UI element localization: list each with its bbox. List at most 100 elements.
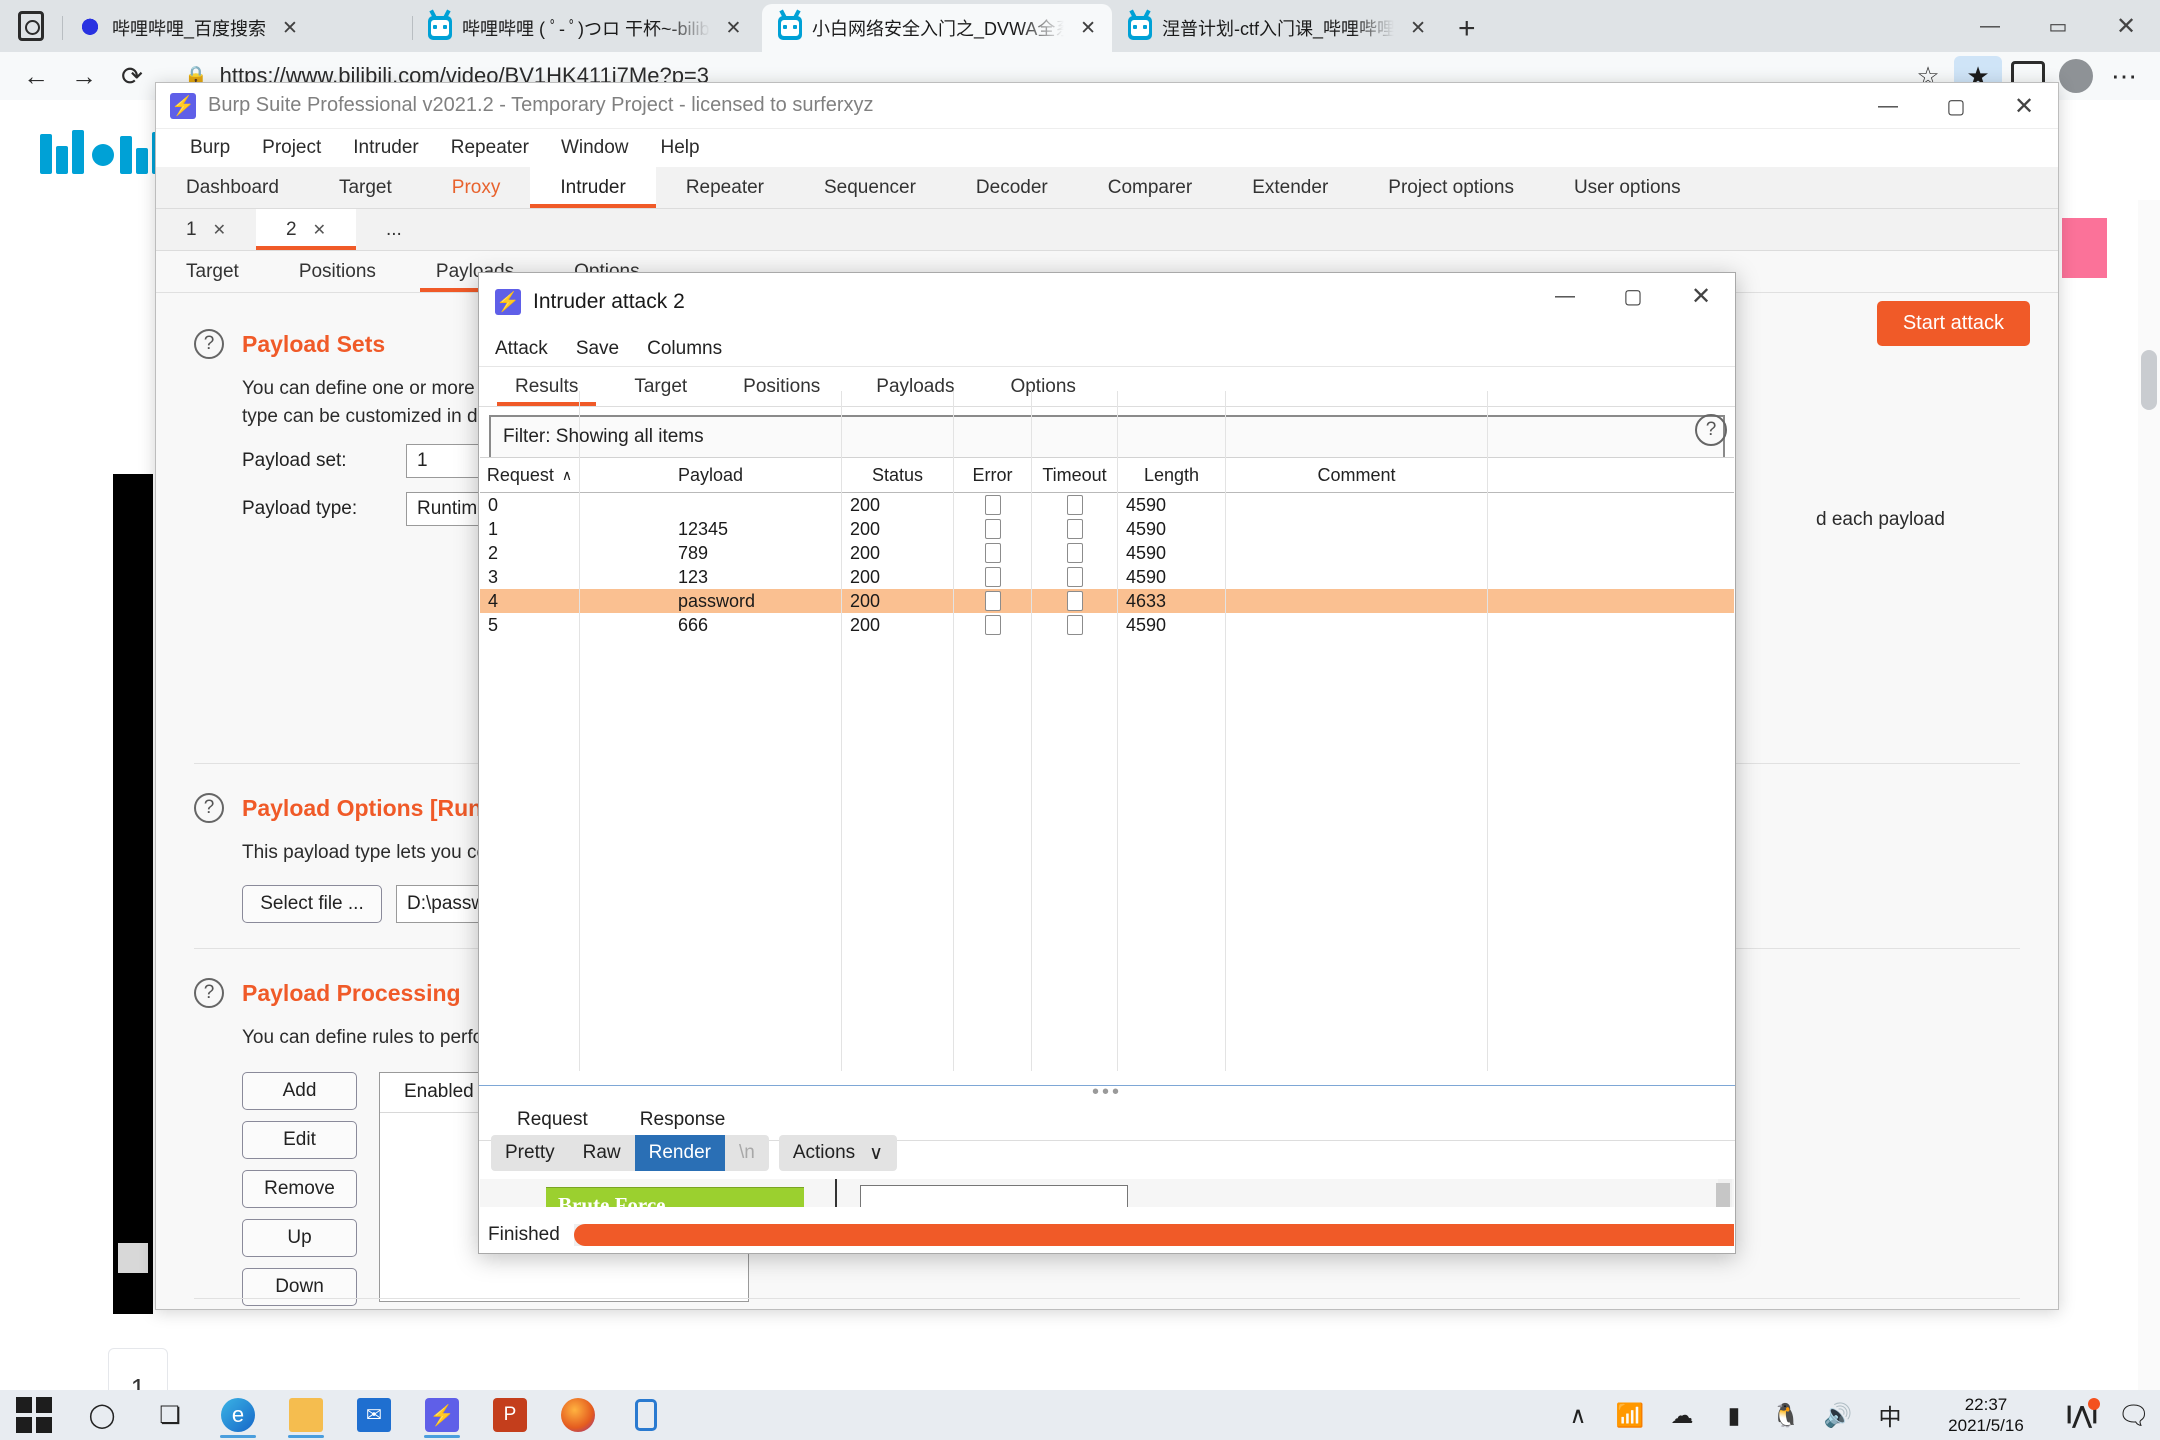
battery-icon[interactable]: ▮ (1708, 1390, 1760, 1440)
error-checkbox[interactable] (985, 567, 1001, 587)
error-checkbox[interactable] (985, 495, 1001, 515)
tab-extender[interactable]: Extender (1222, 167, 1358, 208)
column-comment[interactable]: Comment (1226, 458, 1488, 492)
attack-maximize-button[interactable]: ▢ (1599, 273, 1667, 319)
select-file-button[interactable]: Select file ... (242, 885, 382, 923)
table-row[interactable]: 0 200 4590 (480, 493, 1734, 517)
tab-intruder[interactable]: Intruder (530, 167, 655, 208)
new-tab-button[interactable]: + (1442, 12, 1492, 52)
tab-decoder[interactable]: Decoder (946, 167, 1078, 208)
sidebar-promo-block[interactable] (2062, 218, 2107, 278)
browser-close-button[interactable]: ✕ (2092, 3, 2160, 49)
error-checkbox[interactable] (985, 519, 1001, 539)
attack-tab-options[interactable]: Options (982, 367, 1103, 406)
column-timeout[interactable]: Timeout (1032, 458, 1118, 492)
error-checkbox[interactable] (985, 591, 1001, 611)
menu-repeater[interactable]: Repeater (435, 137, 545, 159)
timeout-checkbox[interactable] (1067, 567, 1083, 587)
page-scrollbar-thumb[interactable] (2141, 350, 2157, 410)
subtab-positions[interactable]: Positions (269, 251, 406, 292)
browser-tab-2[interactable]: 小白网络安全入门之_DVWA全系 ✕ (762, 4, 1112, 52)
timeout-checkbox[interactable] (1067, 495, 1083, 515)
browser-minimize-button[interactable]: — (1956, 3, 2024, 49)
newline-toggle-button[interactable]: \n (725, 1135, 769, 1171)
browser-tab-0-close[interactable]: ✕ (276, 17, 304, 40)
attack-tab-2-close[interactable]: ✕ (313, 220, 326, 240)
qq-icon[interactable]: 🐧 (1760, 1390, 1812, 1440)
username-input[interactable] (860, 1185, 1128, 1207)
profile-avatar[interactable] (2054, 54, 2098, 98)
burp-close-button[interactable]: ✕ (1990, 83, 2058, 129)
tab-project-options[interactable]: Project options (1358, 167, 1544, 208)
attack-close-button[interactable]: ✕ (1667, 273, 1735, 319)
table-row[interactable]: 3 123 200 4590 (480, 565, 1734, 589)
menu-burp[interactable]: Burp (174, 137, 246, 159)
attack-tab-2[interactable]: 2 ✕ (256, 209, 356, 250)
tab-proxy[interactable]: Proxy (422, 167, 531, 208)
mail-button[interactable]: ✉ (340, 1390, 408, 1440)
burp-suite-button[interactable]: ⚡ (408, 1390, 476, 1440)
video-player[interactable] (113, 474, 153, 1314)
subtab-target[interactable]: Target (156, 251, 269, 292)
browser-tab-0[interactable]: 哔哩哔哩_百度搜索 ✕ (62, 4, 412, 52)
burp-minimize-button[interactable]: — (1854, 83, 1922, 129)
add-button[interactable]: Add (242, 1072, 357, 1110)
help-icon[interactable]: ? (194, 793, 224, 823)
action-center-icon[interactable]: 🗨 (2108, 1390, 2160, 1440)
attack-tab-target[interactable]: Target (606, 367, 715, 406)
volume-icon[interactable]: 🔊 (1812, 1390, 1864, 1440)
task-view-button[interactable]: ❏ (136, 1390, 204, 1440)
column-request[interactable]: Request ∧ (480, 458, 580, 492)
tab-repeater[interactable]: Repeater (656, 167, 794, 208)
raw-button[interactable]: Raw (569, 1135, 635, 1171)
remove-button[interactable]: Remove (242, 1170, 357, 1208)
attack-tab-1-close[interactable]: ✕ (213, 220, 226, 240)
clock[interactable]: 22:37 2021/5/16 (1916, 1390, 2056, 1440)
app-indicator-icon[interactable]: Ⅰ⋀Ⅰ (2056, 1390, 2108, 1440)
tab-search-button[interactable] (0, 0, 62, 52)
settings-more-icon[interactable]: ⋯ (2102, 54, 2146, 98)
tab-user-options[interactable]: User options (1544, 167, 1711, 208)
rendered-response[interactable]: Brute Force Command Injection CSRF File … (480, 1179, 1734, 1207)
powerpoint-button[interactable]: P (476, 1390, 544, 1440)
down-button[interactable]: Down (242, 1268, 357, 1306)
chevron-down-icon[interactable]: ∨ (869, 1135, 897, 1171)
timeout-checkbox[interactable] (1067, 591, 1083, 611)
menu-help[interactable]: Help (645, 137, 716, 159)
firefox-button[interactable] (544, 1390, 612, 1440)
filter-bar[interactable]: Filter: Showing all items (489, 415, 1725, 459)
tab-comparer[interactable]: Comparer (1078, 167, 1222, 208)
table-row[interactable]: 5 666 200 4590 (480, 613, 1734, 637)
error-checkbox[interactable] (985, 543, 1001, 563)
pretty-button[interactable]: Pretty (491, 1135, 569, 1171)
reload-icon[interactable]: ⟳ (110, 54, 154, 98)
attack-tab-more[interactable]: ... (356, 209, 432, 250)
file-explorer-button[interactable] (272, 1390, 340, 1440)
up-button[interactable]: Up (242, 1219, 357, 1257)
tab-target[interactable]: Target (309, 167, 422, 208)
browser-tab-2-close[interactable]: ✕ (1074, 17, 1102, 40)
attack-minimize-button[interactable]: — (1531, 273, 1599, 319)
attack-tab-payloads[interactable]: Payloads (848, 367, 982, 406)
actions-button[interactable]: Actions (779, 1135, 869, 1171)
browser-tab-3[interactable]: 涅普计划-ctf入门课_哔哩哔哩 ( ✕ (1112, 4, 1442, 52)
table-row[interactable]: 2 789 200 4590 (480, 541, 1734, 565)
menu-save[interactable]: Save (576, 338, 635, 360)
menu-columns[interactable]: Columns (647, 338, 738, 360)
tab-response[interactable]: Response (614, 1099, 752, 1140)
phone-link-button[interactable] (612, 1390, 680, 1440)
menu-project[interactable]: Project (246, 137, 337, 159)
timeout-checkbox[interactable] (1067, 519, 1083, 539)
edit-button[interactable]: Edit (242, 1121, 357, 1159)
ime-icon[interactable]: 中 (1864, 1390, 1916, 1440)
network-icon[interactable]: 📶 (1604, 1390, 1656, 1440)
tab-dashboard[interactable]: Dashboard (156, 167, 309, 208)
column-payload[interactable]: Payload (580, 458, 842, 492)
column-status[interactable]: Status (842, 458, 954, 492)
tab-sequencer[interactable]: Sequencer (794, 167, 946, 208)
edge-button[interactable]: e (204, 1390, 272, 1440)
menu-intruder[interactable]: Intruder (337, 137, 434, 159)
attack-tab-1[interactable]: 1 ✕ (156, 209, 256, 250)
help-icon[interactable]: ? (194, 329, 224, 359)
menu-attack[interactable]: Attack (495, 338, 564, 360)
